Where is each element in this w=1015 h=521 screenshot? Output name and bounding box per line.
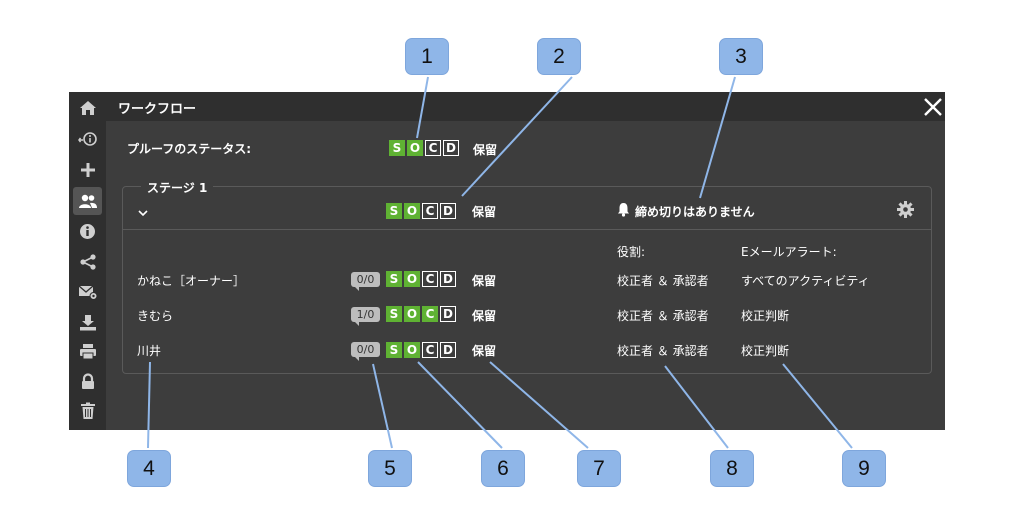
callout-3: 3 <box>719 38 763 75</box>
callout-6: 6 <box>481 450 525 487</box>
callout-1: 1 <box>405 38 449 75</box>
callout-7: 7 <box>577 450 621 487</box>
callout-4: 4 <box>127 450 171 487</box>
callout-2: 2 <box>537 38 581 75</box>
callout-8: 8 <box>710 450 754 487</box>
callout-leader-lines <box>147 76 853 449</box>
callout-5: 5 <box>368 450 412 487</box>
callout-9: 9 <box>842 450 886 487</box>
